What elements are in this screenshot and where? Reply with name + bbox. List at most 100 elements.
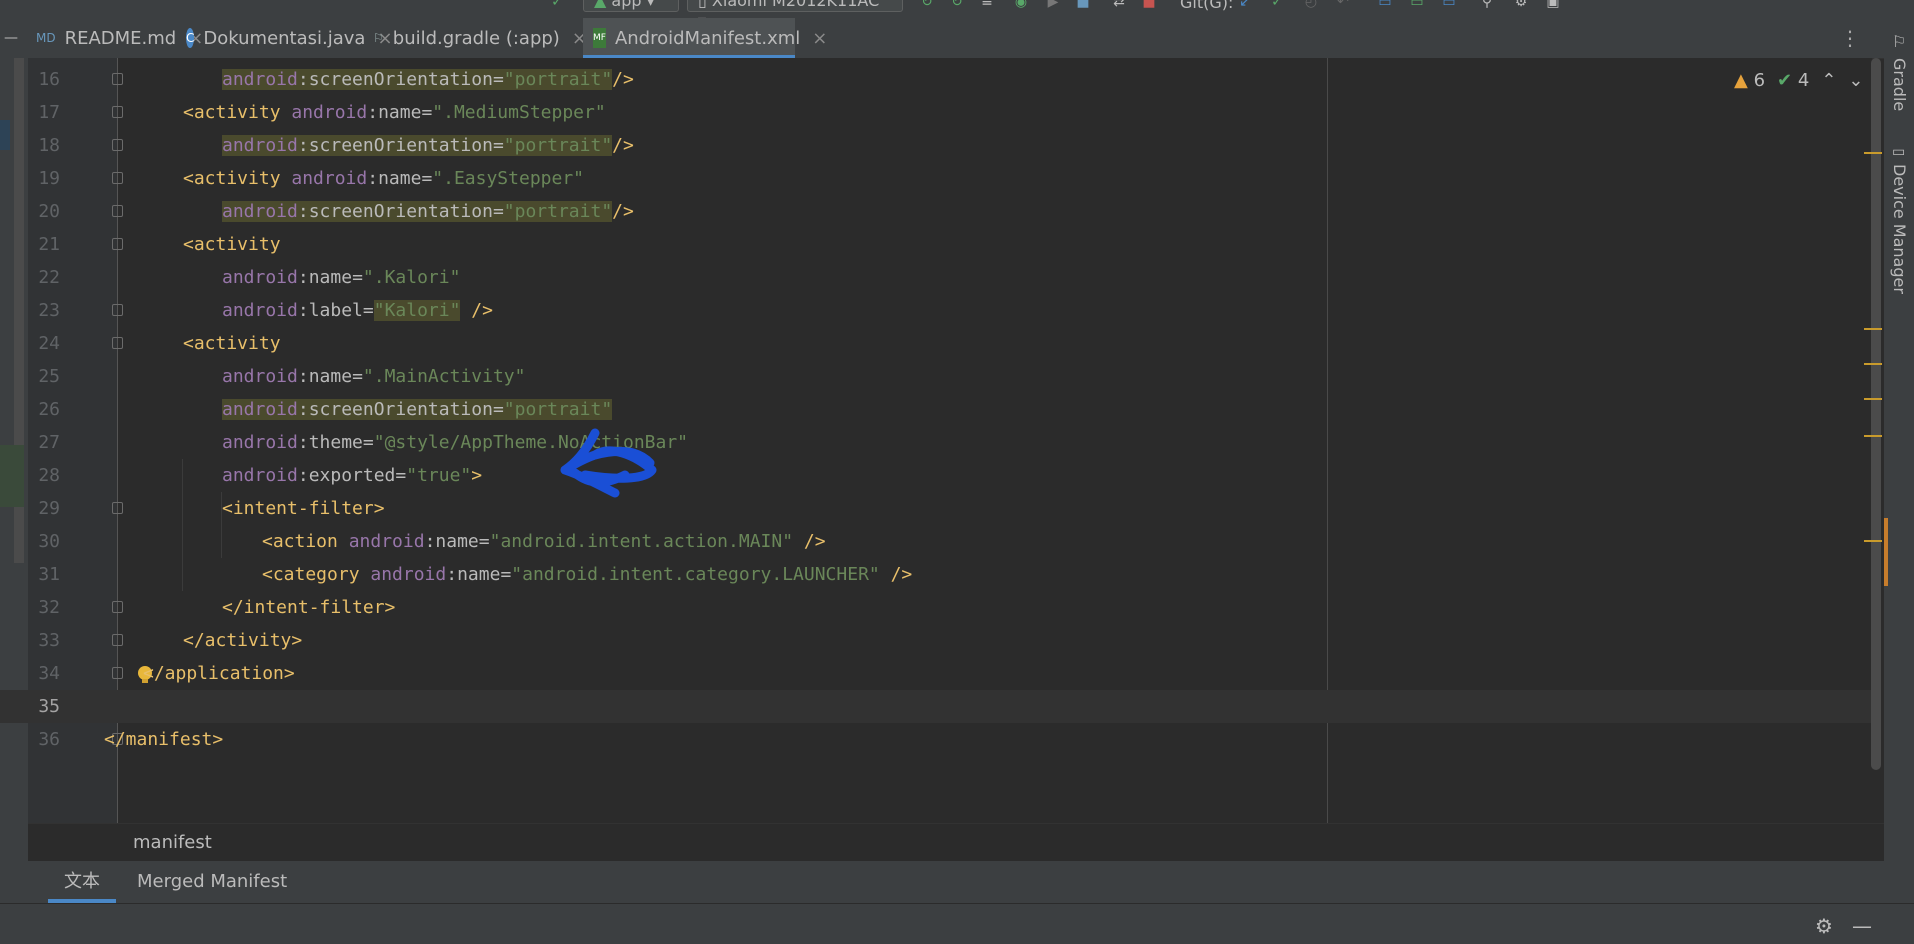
tab-build-gradle[interactable]: ⚐ build.gradle (:app) ×: [373, 18, 587, 58]
warning-marker[interactable]: [1864, 152, 1882, 154]
line-number[interactable]: 26: [28, 393, 60, 426]
line-number[interactable]: 32: [28, 591, 60, 624]
code-line[interactable]: 16 android:screenOrientation="portrait"/>: [0, 63, 1872, 96]
fold-marker-icon[interactable]: [112, 634, 123, 646]
code-line[interactable]: 22 android:name=".Kalori": [0, 261, 1872, 294]
warning-marker[interactable]: [1864, 363, 1882, 365]
fold-marker-icon[interactable]: [112, 502, 123, 514]
code-line[interactable]: 20 android:screenOrientation="portrait"/>: [0, 195, 1872, 228]
line-number[interactable]: 19: [28, 162, 60, 195]
line-number[interactable]: 21: [28, 228, 60, 261]
code-line[interactable]: 26 android:screenOrientation="portrait": [0, 393, 1872, 426]
git-update-icon[interactable]: ↙: [1236, 0, 1254, 10]
window-icon[interactable]: ▣: [1544, 0, 1562, 10]
code-line[interactable]: 21 <activity: [0, 228, 1872, 261]
code-line[interactable]: 23 android:label="Kalori" />: [0, 294, 1872, 327]
fold-marker-icon[interactable]: [112, 172, 123, 184]
run-icon[interactable]: ↻: [918, 0, 936, 10]
fold-marker-icon[interactable]: [112, 106, 123, 118]
device-manager-panel-button[interactable]: Device Manager: [1890, 164, 1909, 294]
device-manager-icon[interactable]: ▭: [1892, 144, 1905, 160]
settings-icon[interactable]: ⚙: [1512, 0, 1530, 10]
code-line[interactable]: 24 <activity: [0, 327, 1872, 360]
fold-marker-icon[interactable]: [112, 337, 123, 349]
code-line[interactable]: 30 <action android:name="android.intent.a…: [0, 525, 1872, 558]
gradle-panel-button[interactable]: Gradle: [1890, 58, 1909, 111]
avd-manager-icon[interactable]: ▭: [1408, 0, 1426, 10]
device-select[interactable]: ▯ Xiaomi M2012K11AC ▾: [687, 0, 903, 18]
sdk-manager-icon[interactable]: ▭: [1376, 0, 1394, 10]
code-line[interactable]: 33 </activity>: [0, 624, 1872, 657]
tab-text[interactable]: 文本: [48, 861, 116, 903]
hide-panel-icon[interactable]: —: [1852, 914, 1872, 938]
line-number[interactable]: 34: [28, 657, 60, 690]
minimize-icon[interactable]: —: [4, 30, 18, 46]
gradle-elephant-icon[interactable]: ⚐: [1892, 32, 1906, 51]
search-icon[interactable]: ⚲: [1478, 0, 1496, 10]
code-line[interactable]: 18 android:screenOrientation="portrait"/>: [0, 129, 1872, 162]
profile-icon[interactable]: ▶: [1044, 0, 1062, 10]
line-number[interactable]: 16: [28, 63, 60, 96]
fold-marker-icon[interactable]: [112, 139, 123, 151]
weak-warnings-count[interactable]: ✔ 4: [1777, 70, 1809, 91]
fold-marker-icon[interactable]: [112, 73, 123, 85]
tab-dokumentasi-java[interactable]: C Dokumentasi.java ×: [186, 18, 393, 58]
close-icon[interactable]: ×: [812, 28, 827, 49]
breadcrumb-item-manifest[interactable]: manifest: [133, 832, 212, 853]
error-stripe[interactable]: [1864, 58, 1884, 823]
line-number[interactable]: 35: [28, 690, 60, 723]
next-highlight-icon[interactable]: ⌄: [1848, 70, 1863, 91]
stop-icon[interactable]: ■: [1140, 0, 1158, 10]
code-line[interactable]: 29 <intent-filter>: [0, 492, 1872, 525]
code-line[interactable]: 28 android:exported="true">: [0, 459, 1872, 492]
line-number[interactable]: 18: [28, 129, 60, 162]
tab-readme[interactable]: MD README.md ×: [36, 18, 203, 58]
git-history-icon[interactable]: ◴: [1302, 0, 1320, 10]
hammer-icon[interactable]: ✓: [548, 0, 566, 10]
code-line[interactable]: 27 android:theme="@style/AppTheme.NoActio…: [0, 426, 1872, 459]
line-number[interactable]: 36: [28, 723, 60, 756]
line-number[interactable]: 24: [28, 327, 60, 360]
line-number[interactable]: 17: [28, 96, 60, 129]
line-number[interactable]: 30: [28, 525, 60, 558]
code-line[interactable]: 31 <category android:name="android.intent…: [0, 558, 1872, 591]
line-number[interactable]: 29: [28, 492, 60, 525]
warnings-count[interactable]: ▲ 6: [1734, 70, 1765, 91]
fold-marker-icon[interactable]: [112, 667, 123, 679]
line-number[interactable]: 20: [28, 195, 60, 228]
warning-marker[interactable]: [1864, 540, 1882, 542]
code-line[interactable]: 36 </manifest>: [0, 723, 1872, 756]
fold-marker-icon[interactable]: [112, 238, 123, 250]
more-tabs-icon[interactable]: ⋮: [1840, 18, 1860, 58]
apply-code-icon[interactable]: ≡: [978, 0, 996, 10]
attach-icon[interactable]: ■: [1074, 0, 1092, 10]
fold-marker-icon[interactable]: [112, 205, 123, 217]
warning-marker[interactable]: [1864, 398, 1882, 400]
line-number[interactable]: 22: [28, 261, 60, 294]
fold-marker-icon[interactable]: [112, 304, 123, 316]
fold-marker-icon[interactable]: [112, 601, 123, 613]
code-line[interactable]: 34 </application>: [0, 657, 1872, 690]
line-number[interactable]: 25: [28, 360, 60, 393]
code-line[interactable]: 17 <activity android:name=".MediumStepper…: [0, 96, 1872, 129]
line-number[interactable]: 23: [28, 294, 60, 327]
git-rollback-icon[interactable]: ↶: [1334, 0, 1352, 10]
code-line[interactable]: 25 android:name=".MainActivity": [0, 360, 1872, 393]
warning-marker[interactable]: [1864, 328, 1882, 330]
line-number[interactable]: 33: [28, 624, 60, 657]
inspection-widget[interactable]: ▲ 6 ✔ 4 ⌃ ⌄: [1734, 70, 1864, 91]
code-line[interactable]: 32 </intent-filter>: [0, 591, 1872, 624]
line-number[interactable]: 27: [28, 426, 60, 459]
line-number[interactable]: 28: [28, 459, 60, 492]
debug-icon[interactable]: ◉: [1012, 0, 1030, 10]
tab-android-manifest[interactable]: MF AndroidManifest.xml ×: [583, 18, 827, 58]
gear-icon[interactable]: ⚙: [1815, 914, 1833, 938]
warning-marker[interactable]: [1864, 435, 1882, 437]
git-commit-icon[interactable]: ✓: [1268, 0, 1286, 10]
run-config-select[interactable]: ▲ app ▾: [583, 0, 679, 12]
previous-highlight-icon[interactable]: ⌃: [1821, 70, 1836, 91]
line-number[interactable]: 31: [28, 558, 60, 591]
apply-changes-icon[interactable]: ↻: [948, 0, 966, 10]
code-line[interactable]: 35: [0, 690, 1872, 723]
sync-icon[interactable]: ⇄: [1110, 0, 1128, 10]
